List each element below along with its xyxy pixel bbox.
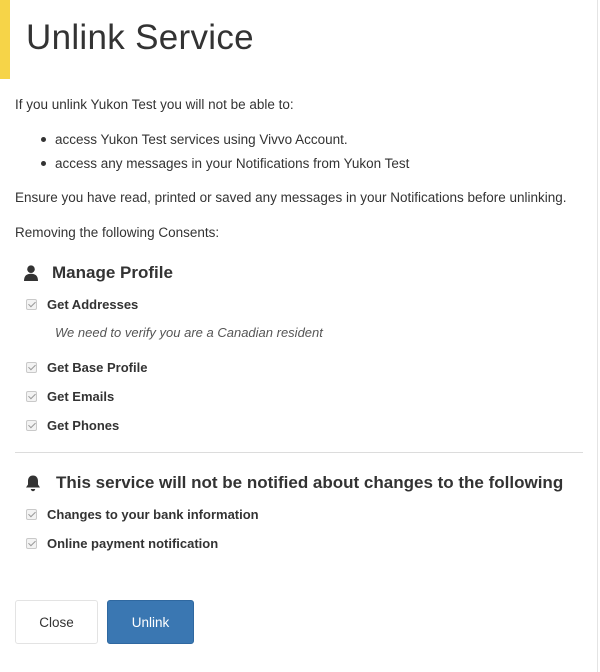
list-item: access Yukon Test services using Vivvo A… [40, 131, 409, 155]
ensure-text: Ensure you have read, printed or saved a… [15, 190, 567, 205]
consent-get-addresses[interactable]: Get Addresses [26, 297, 138, 312]
notification-bank-information[interactable]: Changes to your bank information [26, 507, 259, 522]
consent-get-emails[interactable]: Get Emails [26, 389, 114, 404]
notification-online-payment[interactable]: Online payment notification [26, 536, 218, 551]
notifications-heading: This service will not be notified about … [24, 473, 563, 493]
checkbox[interactable] [26, 509, 37, 520]
consent-get-phones[interactable]: Get Phones [26, 418, 119, 433]
close-button[interactable]: Close [15, 600, 98, 644]
checkbox[interactable] [26, 299, 37, 310]
consequence-list: access Yukon Test services using Vivvo A… [40, 131, 409, 179]
bell-icon [26, 475, 40, 492]
checkbox[interactable] [26, 420, 37, 431]
checkbox[interactable] [26, 538, 37, 549]
section-divider [15, 452, 583, 453]
intro-text: If you unlink Yukon Test you will not be… [15, 97, 294, 112]
checkbox[interactable] [26, 391, 37, 402]
checkbox[interactable] [26, 362, 37, 373]
consent-get-base-profile[interactable]: Get Base Profile [26, 360, 147, 375]
manage-profile-heading: Manage Profile [24, 263, 173, 283]
addresses-note: We need to verify you are a Canadian res… [55, 325, 323, 340]
bullet-icon [41, 137, 46, 142]
user-icon [24, 265, 38, 281]
removing-text: Removing the following Consents: [15, 225, 220, 240]
unlink-service-modal: Unlink Service If you unlink Yukon Test … [0, 0, 598, 672]
modal-title: Unlink Service [26, 18, 254, 57]
unlink-button[interactable]: Unlink [107, 600, 194, 644]
bullet-icon [41, 161, 46, 166]
list-item: access any messages in your Notification… [40, 155, 409, 179]
accent-bar [0, 0, 10, 79]
